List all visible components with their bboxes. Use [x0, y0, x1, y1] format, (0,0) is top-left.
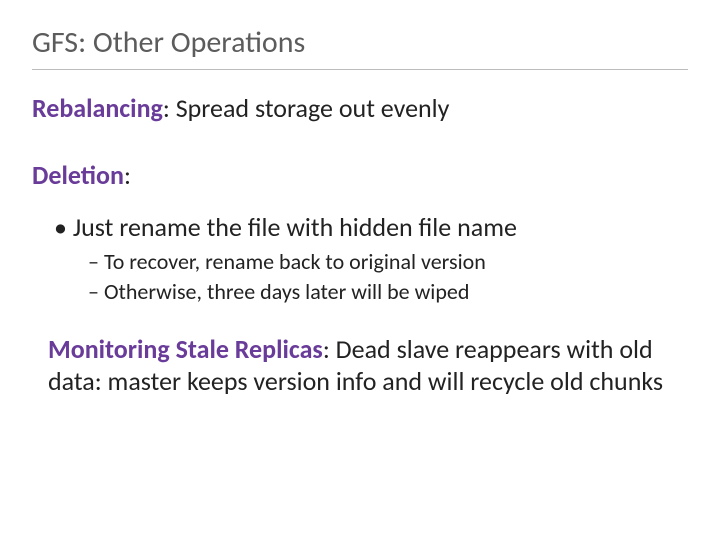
rebalancing-label: Rebalancing	[32, 92, 163, 124]
spacer	[32, 145, 688, 159]
deletion-bullet-1-text: Just rename the file with hidden file na…	[73, 211, 517, 243]
deletion-sub-1: To recover, rename back to original vers…	[88, 248, 688, 277]
deletion-bullet-1: Just rename the file with hidden file na…	[54, 211, 688, 244]
deletion-label: Deletion	[32, 159, 124, 191]
slide: GFS: Other Operations Rebalancing: Sprea…	[0, 0, 720, 540]
deletion-sub-1-text: To recover, rename back to original vers…	[104, 248, 486, 275]
slide-title: GFS: Other Operations	[32, 24, 688, 70]
monitoring-label: Monitoring Stale Replicas	[48, 333, 323, 365]
deletion-sub-2: Otherwise, three days later will be wipe…	[88, 278, 688, 307]
deletion-colon: :	[124, 159, 131, 191]
deletion-sub-2-text: Otherwise, three days later will be wipe…	[104, 278, 469, 305]
rebalancing-text: : Spread storage out evenly	[163, 92, 450, 124]
monitoring-paragraph: Monitoring Stale Replicas: Dead slave re…	[48, 333, 688, 398]
rebalancing-line: Rebalancing: Spread storage out evenly	[32, 92, 688, 125]
deletion-heading: Deletion:	[32, 159, 688, 192]
